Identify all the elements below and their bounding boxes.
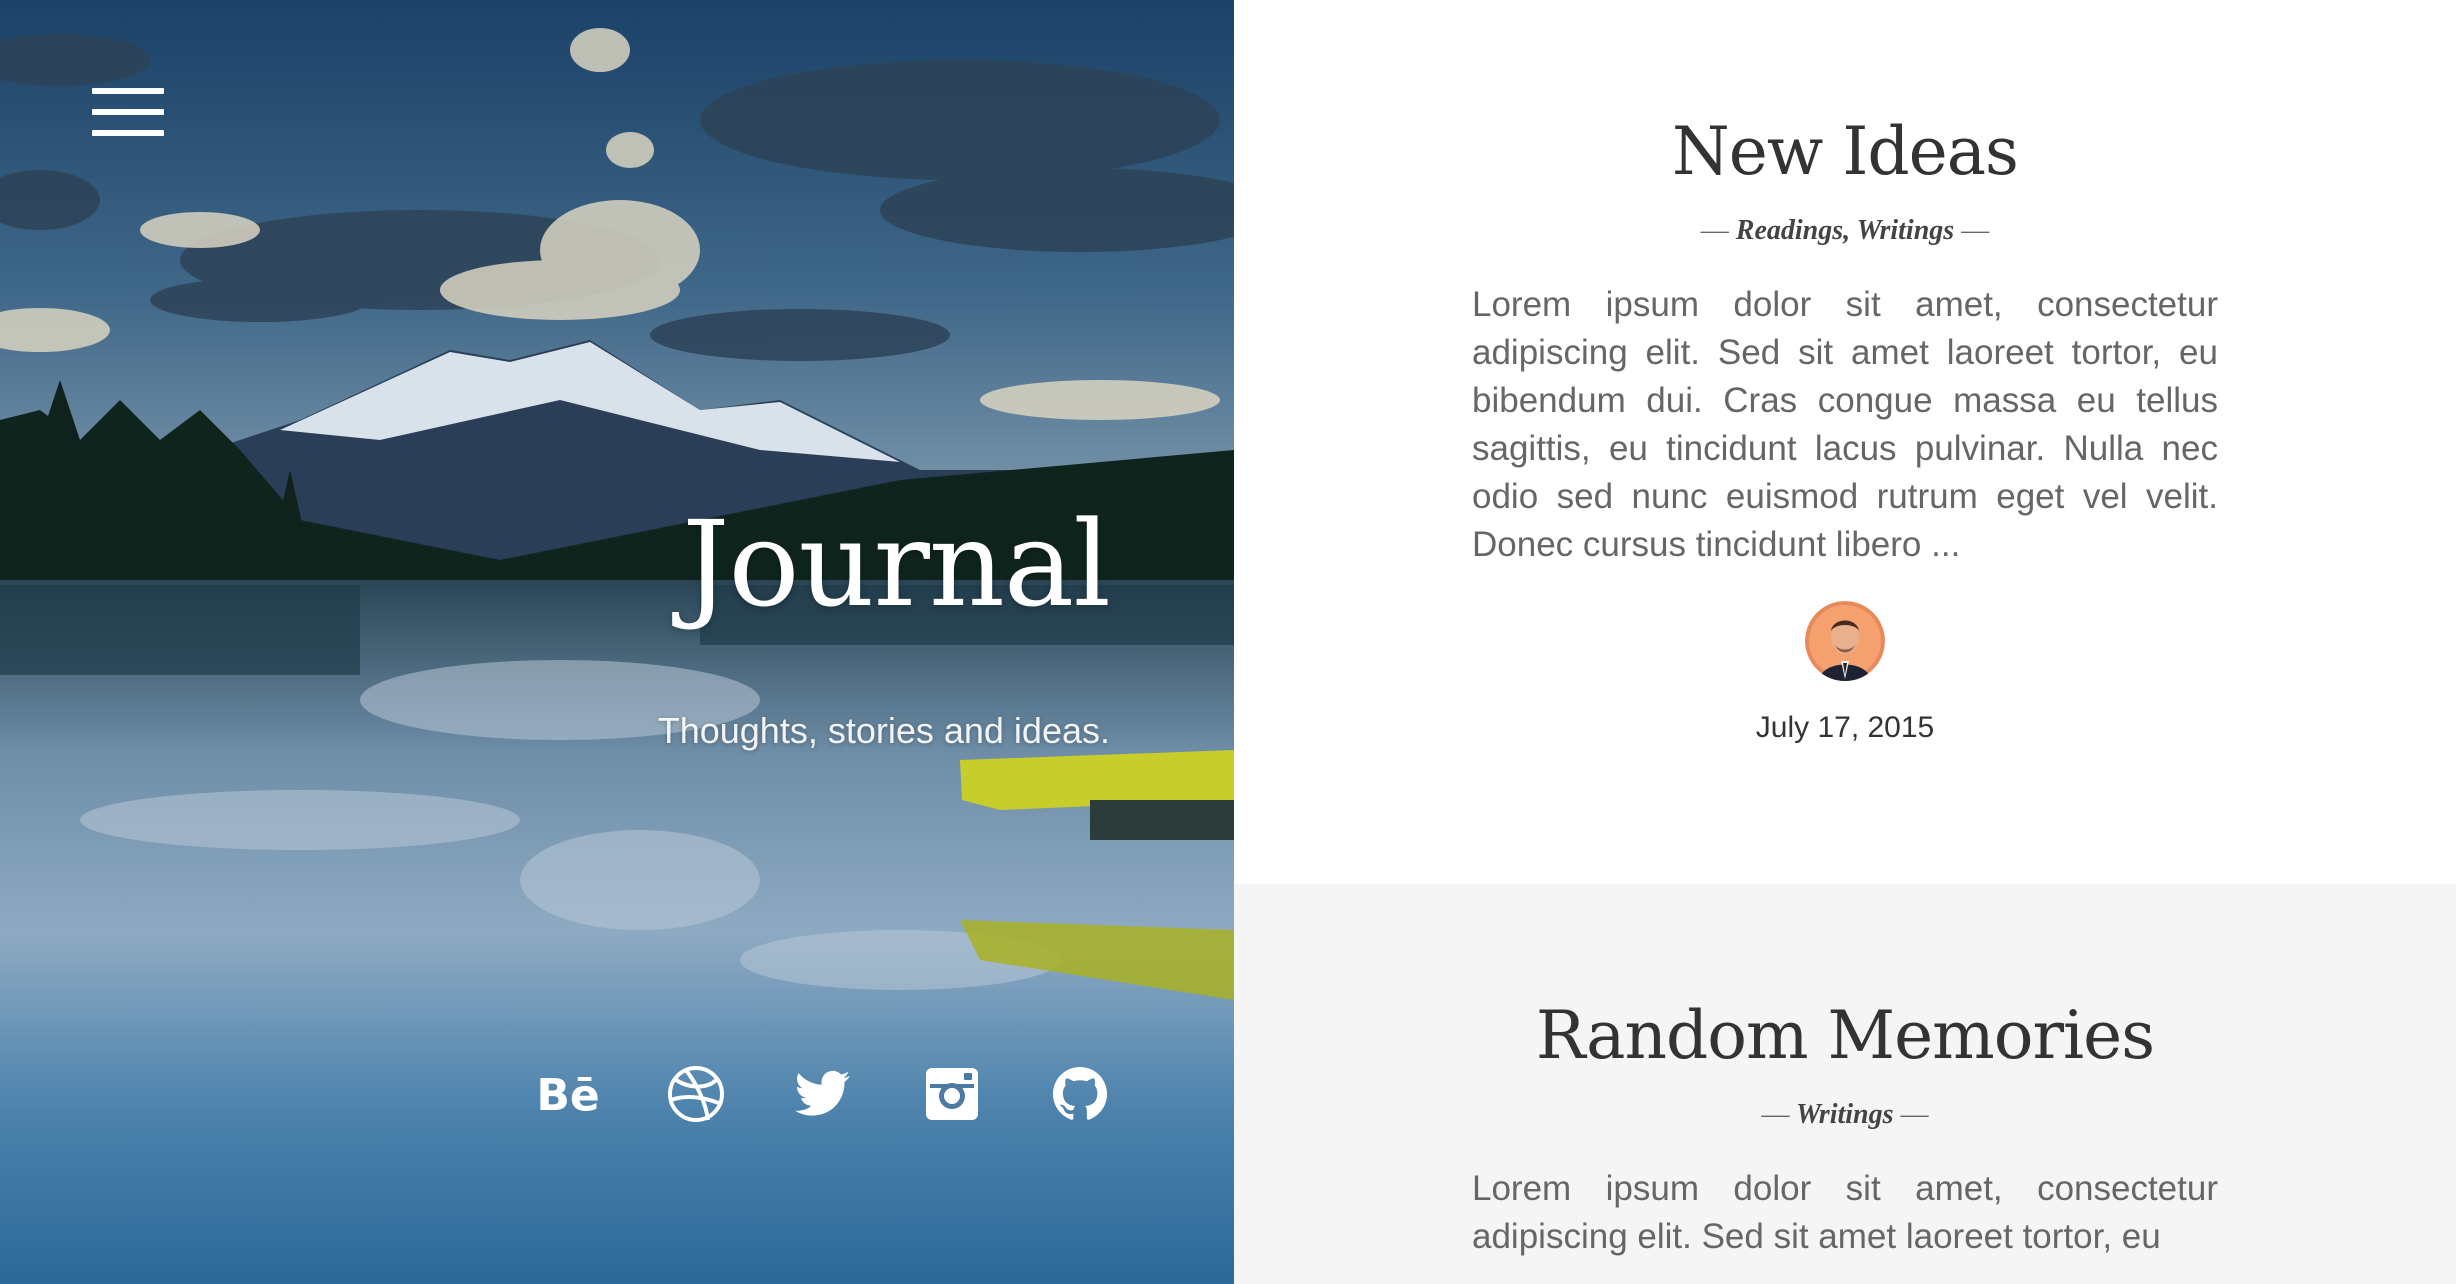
author-avatar[interactable] bbox=[1805, 601, 1885, 682]
github-icon[interactable] bbox=[1050, 1064, 1110, 1124]
behance-icon[interactable]: Bē bbox=[538, 1064, 598, 1124]
site-title: Journal bbox=[682, 495, 1111, 633]
post-card: Random Memories — Writings — Lorem ipsum… bbox=[1234, 884, 2456, 1284]
tag-link-writings[interactable]: Writings bbox=[1796, 1099, 1894, 1130]
meta-dash: — bbox=[1700, 215, 1729, 247]
social-links: Bē bbox=[538, 1064, 1110, 1124]
tag-separator: , bbox=[1843, 215, 1851, 247]
page: Journal Thoughts, stories and ideas. Bē bbox=[0, 0, 2456, 1284]
hero-panel: Journal Thoughts, stories and ideas. Bē bbox=[0, 0, 1234, 1284]
post-date: July 17, 2015 bbox=[1755, 711, 1935, 745]
post-card: New Ideas — Readings, Writings — Lorem i… bbox=[1234, 0, 2456, 884]
meta-dash: — bbox=[1900, 1099, 1929, 1131]
dribbble-icon[interactable] bbox=[666, 1064, 726, 1124]
hamburger-menu-icon[interactable] bbox=[92, 88, 164, 136]
post-title-link[interactable]: Random Memories bbox=[1472, 996, 2218, 1075]
post-tags: — Readings, Writings — bbox=[1472, 215, 2218, 247]
post-excerpt: Lorem ipsum dolor sit amet, consectetur … bbox=[1472, 285, 2218, 565]
twitter-icon[interactable] bbox=[794, 1064, 854, 1124]
site-tagline: Thoughts, stories and ideas. bbox=[657, 710, 1110, 751]
post-tags: — Writings — bbox=[1472, 1099, 2218, 1131]
tag-link-readings[interactable]: Readings bbox=[1736, 215, 1843, 246]
meta-dash: — bbox=[1961, 215, 1990, 247]
meta-dash: — bbox=[1761, 1099, 1790, 1131]
post-title-link[interactable]: New Ideas bbox=[1472, 112, 2218, 191]
tag-link-writings[interactable]: Writings bbox=[1857, 215, 1955, 246]
post-excerpt: Lorem ipsum dolor sit amet, consectetur … bbox=[1472, 1169, 2218, 1257]
instagram-icon[interactable] bbox=[922, 1064, 982, 1124]
post-list: New Ideas — Readings, Writings — Lorem i… bbox=[1234, 0, 2456, 1284]
svg-text:Bē: Bē bbox=[538, 1070, 598, 1121]
